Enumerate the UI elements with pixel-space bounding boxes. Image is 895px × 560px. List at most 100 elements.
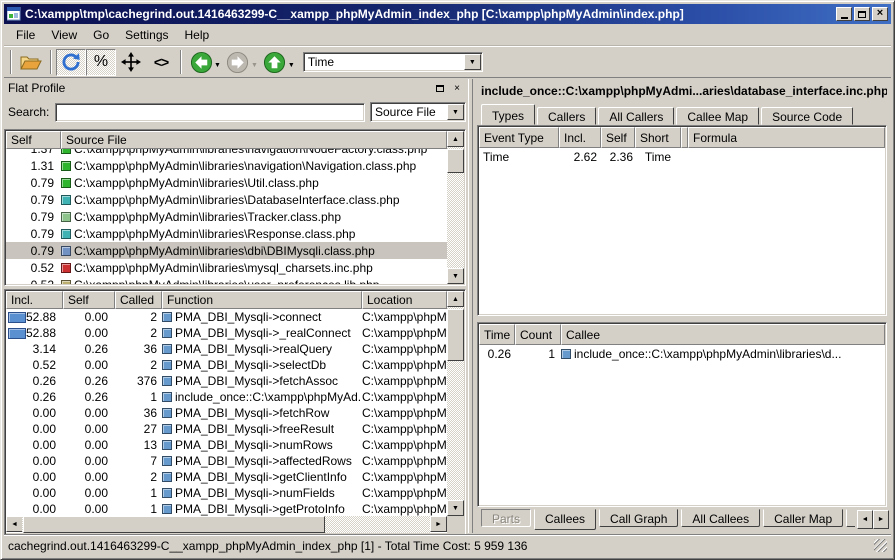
open-file-button[interactable] bbox=[16, 49, 46, 76]
function-row[interactable]: 0.260.261include_once::C:\xampp\phpMyAd.… bbox=[6, 389, 447, 405]
maximize-button[interactable] bbox=[854, 7, 870, 21]
function-horizontal-scrollbar[interactable]: ◄ ► bbox=[6, 516, 447, 533]
function-row[interactable]: 0.000.0036PMA_DBI_Mysqli->fetchRowC:\xam… bbox=[6, 405, 447, 421]
scroll-down-button[interactable]: ▼ bbox=[447, 268, 464, 284]
header-count[interactable]: Count bbox=[515, 324, 561, 345]
header-incl[interactable]: Incl. bbox=[559, 127, 601, 148]
source-self-value: 0.79 bbox=[6, 176, 61, 190]
relative-to-parent-button[interactable] bbox=[116, 49, 146, 76]
shorten-templates-button[interactable]: <> bbox=[146, 49, 176, 76]
source-self-value: 0.52 bbox=[6, 278, 61, 285]
header-time[interactable]: Time bbox=[479, 324, 515, 345]
header-self[interactable]: Self bbox=[601, 127, 635, 148]
combo-dropdown-icon[interactable]: ▼ bbox=[447, 104, 464, 120]
minimize-button[interactable] bbox=[836, 7, 852, 21]
search-input[interactable] bbox=[55, 103, 365, 122]
function-self-value: 0.00 bbox=[63, 310, 115, 324]
forward-button[interactable] bbox=[223, 49, 253, 76]
up-dropdown-caret[interactable]: ▼ bbox=[288, 62, 295, 69]
event-type-combobox[interactable]: Time ▼ bbox=[303, 52, 483, 72]
header-location[interactable]: Location bbox=[362, 291, 447, 309]
tab-callee-map[interactable]: Callee Map bbox=[676, 107, 759, 125]
menu-view[interactable]: View bbox=[43, 25, 85, 45]
combo-dropdown-icon[interactable]: ▼ bbox=[464, 54, 481, 70]
scroll-up-button[interactable]: ▲ bbox=[447, 131, 464, 147]
function-name-cell: PMA_DBI_Mysqli->freeResult bbox=[162, 422, 362, 436]
tab-all-callers[interactable]: All Callers bbox=[598, 107, 674, 125]
source-file-row[interactable]: 0.79C:\xampp\phpMyAdmin\libraries\Databa… bbox=[6, 191, 447, 208]
scroll-thumb[interactable] bbox=[23, 516, 325, 533]
function-row[interactable]: 52.880.002PMA_DBI_Mysqli->_realConnectC:… bbox=[6, 325, 447, 341]
menu-help[interactable]: Help bbox=[177, 25, 218, 45]
header-source-file[interactable]: Source File bbox=[61, 131, 447, 149]
menu-go[interactable]: Go bbox=[85, 25, 117, 45]
header-event-type[interactable]: Event Type bbox=[479, 127, 559, 148]
function-row[interactable]: 0.000.002PMA_DBI_Mysqli->getClientInfoC:… bbox=[6, 469, 447, 485]
scroll-thumb[interactable] bbox=[447, 309, 464, 361]
source-file-row[interactable]: 0.79C:\xampp\phpMyAdmin\libraries\Tracke… bbox=[6, 208, 447, 225]
scroll-thumb[interactable] bbox=[447, 149, 464, 173]
header-short[interactable]: Short bbox=[635, 127, 681, 148]
scroll-right-button[interactable]: ► bbox=[430, 516, 447, 532]
close-dock-button[interactable]: × bbox=[450, 82, 464, 95]
function-row[interactable]: 3.140.2636PMA_DBI_Mysqli->realQueryC:\xa… bbox=[6, 341, 447, 357]
tab-machine[interactable]: Machine bbox=[846, 509, 855, 527]
forward-dropdown-caret[interactable]: ▼ bbox=[251, 62, 258, 69]
tab-scroll-left-button[interactable]: ◄ bbox=[857, 510, 873, 529]
header-incl[interactable]: Incl. bbox=[6, 291, 63, 309]
source-file-row[interactable]: 0.52C:\xampp\phpMyAdmin\libraries\user_p… bbox=[6, 276, 447, 284]
function-called-value: 1 bbox=[115, 502, 162, 516]
menu-settings[interactable]: Settings bbox=[117, 25, 176, 45]
tab-callers[interactable]: Callers bbox=[537, 107, 596, 125]
callee-row[interactable]: 0.26 1 include_once::C:\xampp\phpMyAdmin… bbox=[479, 345, 885, 362]
event-type-row[interactable]: Time 2.62 2.36 Time bbox=[479, 148, 885, 165]
function-row[interactable]: 0.000.001PMA_DBI_Mysqli->numFieldsC:\xam… bbox=[6, 485, 447, 501]
scroll-down-button[interactable]: ▼ bbox=[447, 500, 464, 516]
function-vertical-scrollbar[interactable]: ▲ ▼ bbox=[447, 291, 464, 533]
header-function[interactable]: Function bbox=[162, 291, 362, 309]
tab-scroll-right-button[interactable]: ► bbox=[873, 510, 889, 529]
source-vertical-scrollbar[interactable]: ▲ ▼ bbox=[447, 131, 464, 284]
source-file-row[interactable]: 1.37C:\xampp\phpMyAdmin\libraries\naviga… bbox=[6, 149, 447, 157]
resize-grip-icon[interactable] bbox=[874, 539, 887, 552]
tab-all-callees[interactable]: All Callees bbox=[681, 509, 760, 527]
tab-types[interactable]: Types bbox=[481, 104, 535, 125]
header-self[interactable]: Self bbox=[6, 131, 61, 149]
function-row[interactable]: 0.000.001PMA_DBI_Mysqli->getProtoInfoC:\… bbox=[6, 501, 447, 516]
function-name-cell: PMA_DBI_Mysqli->connect bbox=[162, 310, 362, 324]
source-file-path: C:\xampp\phpMyAdmin\libraries\navigation… bbox=[74, 149, 427, 156]
header-called[interactable]: Called bbox=[115, 291, 162, 309]
source-file-row[interactable]: 0.79C:\xampp\phpMyAdmin\libraries\Respon… bbox=[6, 225, 447, 242]
relative-percent-button[interactable]: % bbox=[86, 49, 116, 76]
up-button[interactable] bbox=[260, 49, 290, 76]
function-row[interactable]: 52.880.002PMA_DBI_Mysqli->connectC:\xamp… bbox=[6, 309, 447, 325]
function-row[interactable]: 0.000.0013PMA_DBI_Mysqli->numRowsC:\xamp… bbox=[6, 437, 447, 453]
scroll-up-button[interactable]: ▲ bbox=[447, 291, 464, 307]
back-dropdown-caret[interactable]: ▼ bbox=[214, 62, 221, 69]
menu-file[interactable]: File bbox=[8, 25, 43, 45]
tab-caller-map[interactable]: Caller Map bbox=[763, 509, 843, 527]
toolbar-handle bbox=[10, 50, 12, 74]
source-file-row[interactable]: 0.52C:\xampp\phpMyAdmin\libraries\mysql_… bbox=[6, 259, 447, 276]
tab-source-code[interactable]: Source Code bbox=[761, 107, 853, 125]
function-location: C:\xampp\phpMy bbox=[362, 502, 447, 516]
source-file-row[interactable]: 0.79C:\xampp\phpMyAdmin\libraries\Util.c… bbox=[6, 174, 447, 191]
source-file-row[interactable]: 0.79C:\xampp\phpMyAdmin\libraries\dbi\DB… bbox=[6, 242, 447, 259]
source-file-row[interactable]: 1.31C:\xampp\phpMyAdmin\libraries\naviga… bbox=[6, 157, 447, 174]
group-by-combobox[interactable]: Source File ▼ bbox=[370, 102, 466, 122]
cycle-grouping-button[interactable] bbox=[56, 49, 86, 76]
header-formula[interactable]: Formula bbox=[688, 127, 885, 148]
tab-parts[interactable]: Parts bbox=[481, 509, 531, 527]
tab-callees[interactable]: Callees bbox=[534, 509, 596, 530]
close-button[interactable]: × bbox=[872, 7, 888, 21]
function-row[interactable]: 0.520.002PMA_DBI_Mysqli->selectDbC:\xamp… bbox=[6, 357, 447, 373]
function-row[interactable]: 0.000.0027PMA_DBI_Mysqli->freeResultC:\x… bbox=[6, 421, 447, 437]
function-row[interactable]: 0.260.26376PMA_DBI_Mysqli->fetchAssocC:\… bbox=[6, 373, 447, 389]
header-self[interactable]: Self bbox=[63, 291, 115, 309]
function-row[interactable]: 0.000.007PMA_DBI_Mysqli->affectedRowsC:\… bbox=[6, 453, 447, 469]
back-button[interactable] bbox=[186, 49, 216, 76]
scroll-left-button[interactable]: ◄ bbox=[6, 516, 23, 532]
header-callee[interactable]: Callee bbox=[561, 324, 885, 345]
tab-call-graph[interactable]: Call Graph bbox=[599, 509, 678, 527]
float-dock-button[interactable] bbox=[433, 82, 447, 95]
